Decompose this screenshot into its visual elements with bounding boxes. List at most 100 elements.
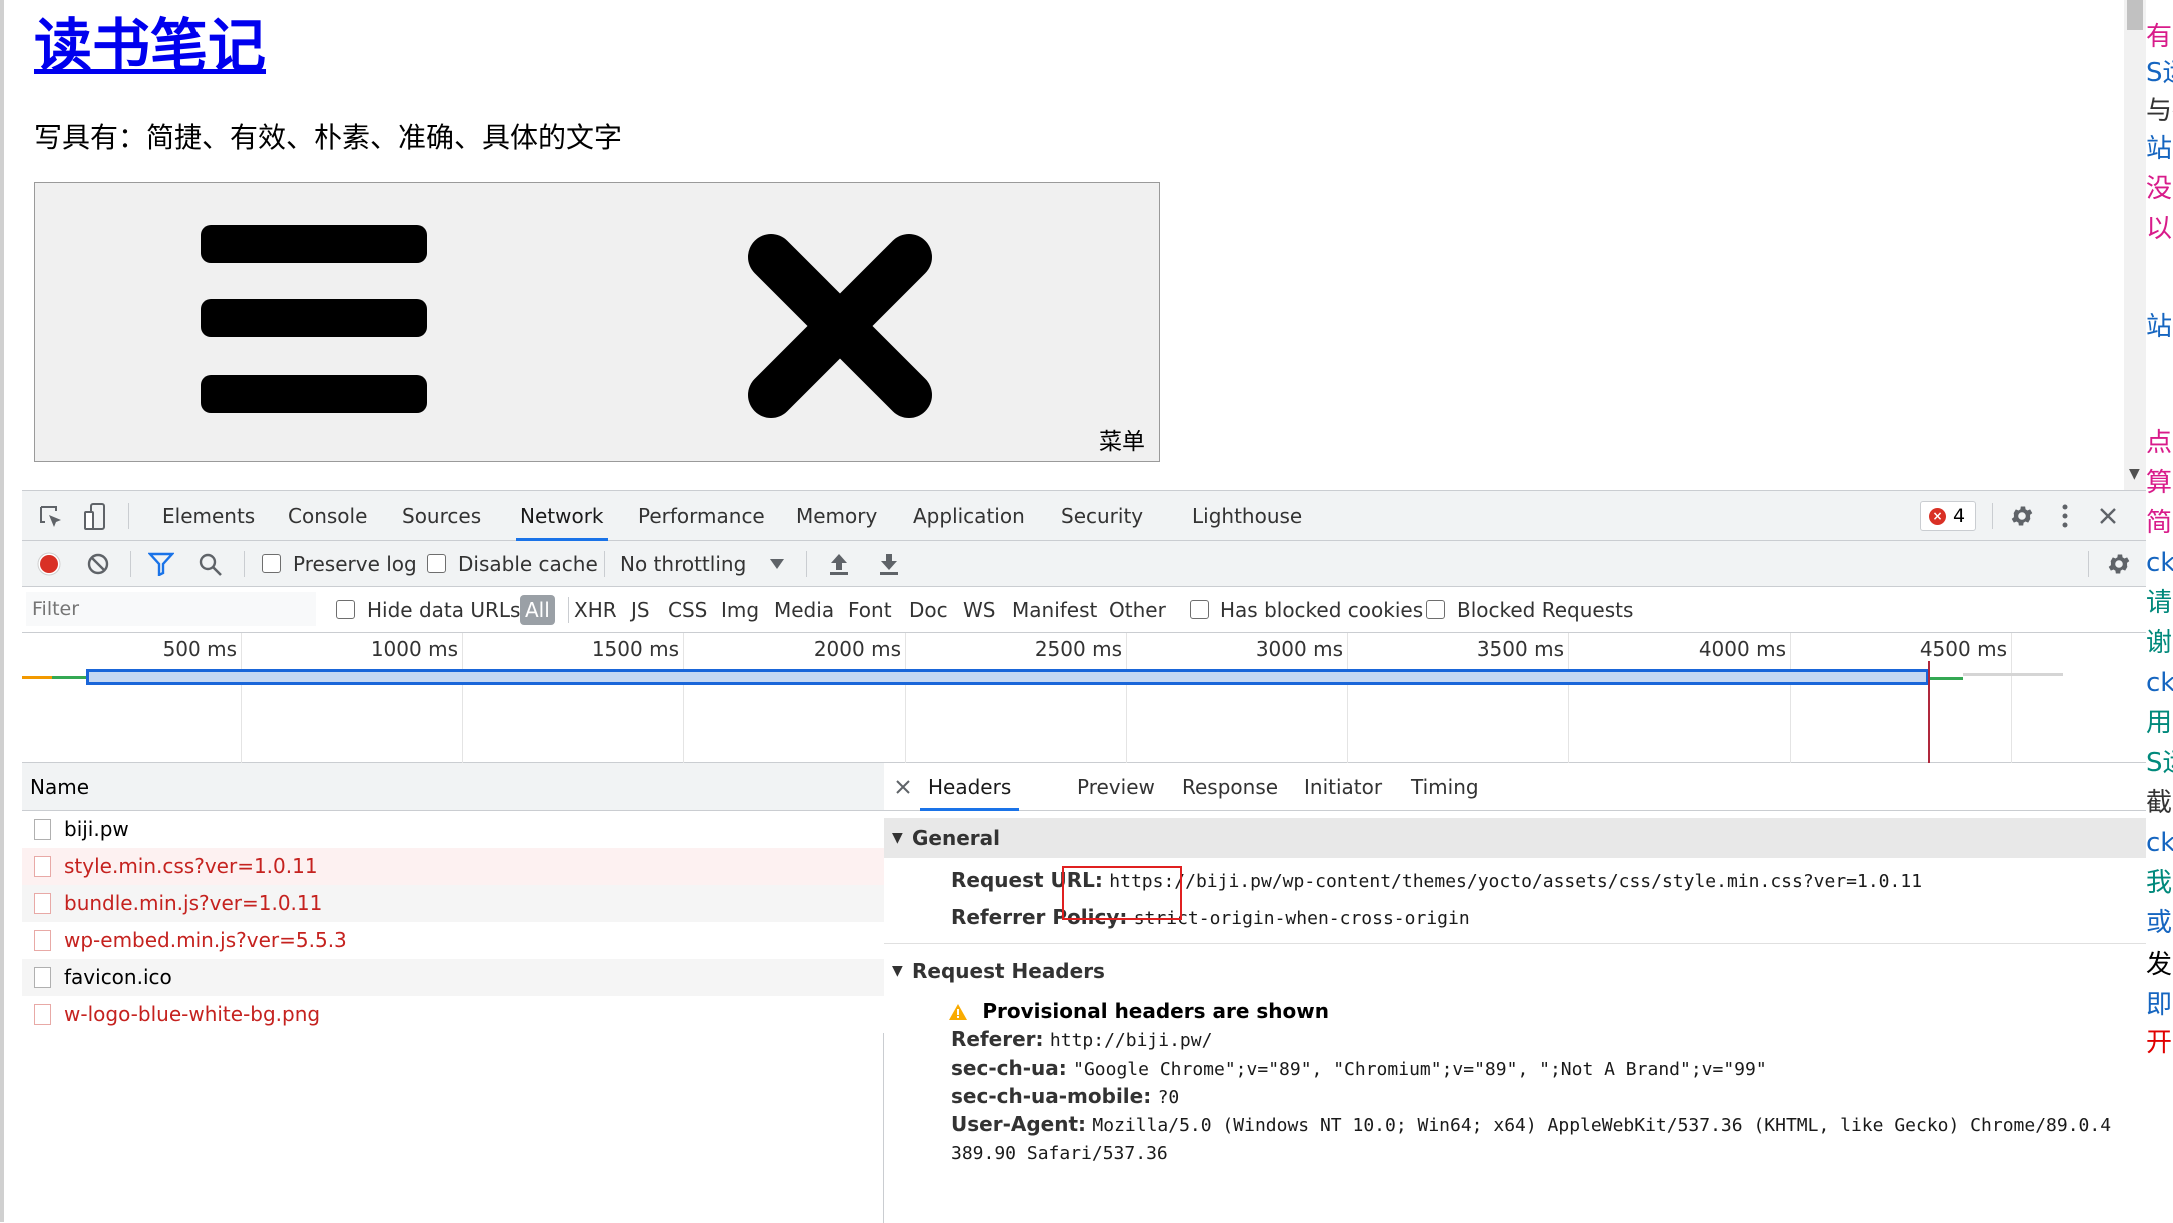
filter-type-xhr[interactable]: XHR — [574, 587, 617, 633]
tab-application[interactable]: Application — [913, 491, 1025, 541]
menu-toggle-button[interactable]: 菜单 — [34, 182, 1160, 462]
import-har-icon[interactable] — [828, 552, 850, 576]
devtools-tab-bar: Elements Console Sources Network Perform… — [22, 491, 2146, 541]
provisional-headers-text: Provisional headers are shown — [982, 999, 1329, 1023]
user-agent-value[interactable]: Mozilla/5.0 (Windows NT 10.0; Win64; x64… — [1092, 1115, 2111, 1136]
request-headers-section-header[interactable]: ▼ Request Headers — [884, 951, 2146, 991]
timeline-gridline — [683, 633, 684, 763]
request-row[interactable]: style.min.css?ver=1.0.11 — [22, 848, 884, 885]
tab-elements[interactable]: Elements — [162, 491, 255, 541]
request-row[interactable]: bundle.min.js?ver=1.0.11 — [22, 885, 884, 922]
filter-type-other[interactable]: Other — [1109, 587, 1166, 633]
filter-type-manifest[interactable]: Manifest — [1012, 587, 1097, 633]
request-row[interactable]: favicon.ico — [22, 959, 884, 996]
adjacent-text-fragment: ck( — [2146, 828, 2173, 858]
tab-preview[interactable]: Preview — [1077, 763, 1155, 811]
tab-security[interactable]: Security — [1061, 491, 1143, 541]
tab-console[interactable]: Console — [288, 491, 367, 541]
tab-network[interactable]: Network — [516, 491, 608, 541]
filter-type-img[interactable]: Img — [721, 587, 759, 633]
filter-type-ws[interactable]: WS — [963, 587, 995, 633]
referrer-policy-row: Referrer Policy: strict-origin-when-cros… — [951, 899, 1470, 935]
timeline-bar-idle — [1963, 673, 2063, 676]
filter-input[interactable] — [26, 592, 316, 626]
blocked-requests-checkbox[interactable] — [1426, 600, 1445, 619]
sec-ch-ua-mobile-value[interactable]: ?0 — [1158, 1087, 1180, 1108]
sec-ch-ua-mobile-label: sec-ch-ua-mobile: — [951, 1084, 1152, 1108]
adjacent-text-fragment: 用的 — [2146, 708, 2173, 738]
timeline-tick-label: 1500 ms — [591, 637, 679, 661]
error-count-badge[interactable]: × 4 — [1920, 501, 1976, 531]
timeline-gridline — [2011, 633, 2012, 763]
page-scrollbar-thumb[interactable] — [2127, 0, 2143, 30]
filter-type-js[interactable]: JS — [631, 587, 650, 633]
timeline-gridline — [1126, 633, 1127, 763]
throttling-select[interactable]: No throttling — [620, 541, 746, 587]
error-count: 4 — [1953, 505, 1966, 527]
close-devtools-icon[interactable] — [2098, 506, 2118, 526]
inspect-element-icon[interactable] — [38, 504, 64, 530]
filter-icon[interactable] — [148, 552, 174, 576]
search-icon[interactable] — [198, 552, 224, 578]
sec-ch-ua-value[interactable]: "Google Chrome";v="89", "Chromium";v="89… — [1073, 1059, 1767, 1080]
referer-value[interactable]: http://biji.pw/ — [1050, 1030, 1213, 1051]
preserve-log-label: Preserve log — [293, 552, 417, 576]
site-title-link[interactable]: 读书笔记 — [34, 6, 266, 86]
close-detail-icon[interactable] — [896, 780, 910, 794]
export-har-icon[interactable] — [878, 552, 900, 576]
page-left-border — [0, 0, 4, 1222]
request-headers-section-title: Request Headers — [912, 959, 1105, 983]
adjacent-text-fragment: 截图 — [2146, 788, 2173, 818]
name-column-header[interactable]: Name — [22, 763, 884, 811]
hide-data-urls-label: Hide data URLs — [367, 598, 521, 622]
more-options-icon[interactable] — [2060, 503, 2070, 529]
filter-bar: Hide data URLs All XHR JS CSS Img Media … — [22, 587, 2146, 633]
adjacent-text-fragment: 谢 — [2146, 628, 2173, 658]
clear-icon[interactable] — [86, 552, 110, 576]
adjacent-page-content: 有S运与抽站(没以站(点算简ck(请谢ck(用的S运截图ck(我或发即<开 — [2146, 0, 2173, 1222]
record-icon[interactable] — [36, 551, 62, 577]
tab-response[interactable]: Response — [1182, 763, 1278, 811]
filter-type-css[interactable]: CSS — [668, 587, 707, 633]
general-section-header[interactable]: ▼ General — [884, 818, 2146, 858]
file-icon — [34, 930, 51, 951]
request-row[interactable]: wp-embed.min.js?ver=5.5.3 — [22, 922, 884, 959]
separator — [806, 551, 807, 577]
tab-sources[interactable]: Sources — [402, 491, 481, 541]
separator — [244, 551, 245, 577]
preserve-log-checkbox[interactable] — [262, 554, 281, 573]
filter-type-doc[interactable]: Doc — [909, 587, 948, 633]
chevron-down-icon[interactable] — [770, 559, 784, 569]
timeline-bar-done — [1929, 677, 1963, 680]
tab-performance[interactable]: Performance — [638, 491, 765, 541]
request-name: favicon.ico — [64, 965, 172, 989]
filter-type-font[interactable]: Font — [848, 587, 892, 633]
adjacent-text-fragment: ck( — [2146, 668, 2173, 698]
filter-type-media[interactable]: Media — [774, 587, 834, 633]
tab-memory[interactable]: Memory — [796, 491, 877, 541]
user-agent-value-cont[interactable]: 389.90 Safari/537.36 — [951, 1143, 1168, 1164]
adjacent-text-fragment: ck( — [2146, 548, 2173, 578]
has-blocked-cookies-checkbox[interactable] — [1190, 600, 1209, 619]
page-scrollbar[interactable]: ▼ — [2124, 0, 2146, 490]
hide-data-urls-checkbox[interactable] — [336, 600, 355, 619]
device-toolbar-icon[interactable] — [84, 503, 106, 531]
request-url-value[interactable]: https://biji.pw/wp-content/themes/yocto/… — [1109, 871, 1922, 892]
request-row[interactable]: w-logo-blue-white-bg.png — [22, 996, 884, 1033]
tab-timing[interactable]: Timing — [1411, 763, 1479, 811]
settings-gear-icon[interactable] — [2009, 503, 2035, 529]
adjacent-text-fragment: 没 — [2146, 174, 2173, 204]
request-row[interactable]: biji.pw — [22, 811, 884, 848]
network-settings-gear-icon[interactable] — [2106, 551, 2132, 577]
warning-icon — [949, 1004, 967, 1020]
timeline-bar-queue — [22, 676, 52, 679]
filter-type-all[interactable]: All — [520, 595, 555, 625]
tab-initiator[interactable]: Initiator — [1304, 763, 1382, 811]
tab-lighthouse[interactable]: Lighthouse — [1192, 491, 1302, 541]
referrer-policy-value[interactable]: strict-origin-when-cross-origin — [1134, 908, 1470, 929]
tab-headers[interactable]: Headers — [920, 763, 1020, 811]
disable-cache-checkbox[interactable] — [427, 554, 446, 573]
separator — [128, 503, 129, 529]
timeline-overview[interactable]: 500 ms 1000 ms 1500 ms 2000 ms 2500 ms 3… — [22, 633, 2146, 763]
scroll-down-arrow-icon[interactable]: ▼ — [2129, 466, 2140, 482]
